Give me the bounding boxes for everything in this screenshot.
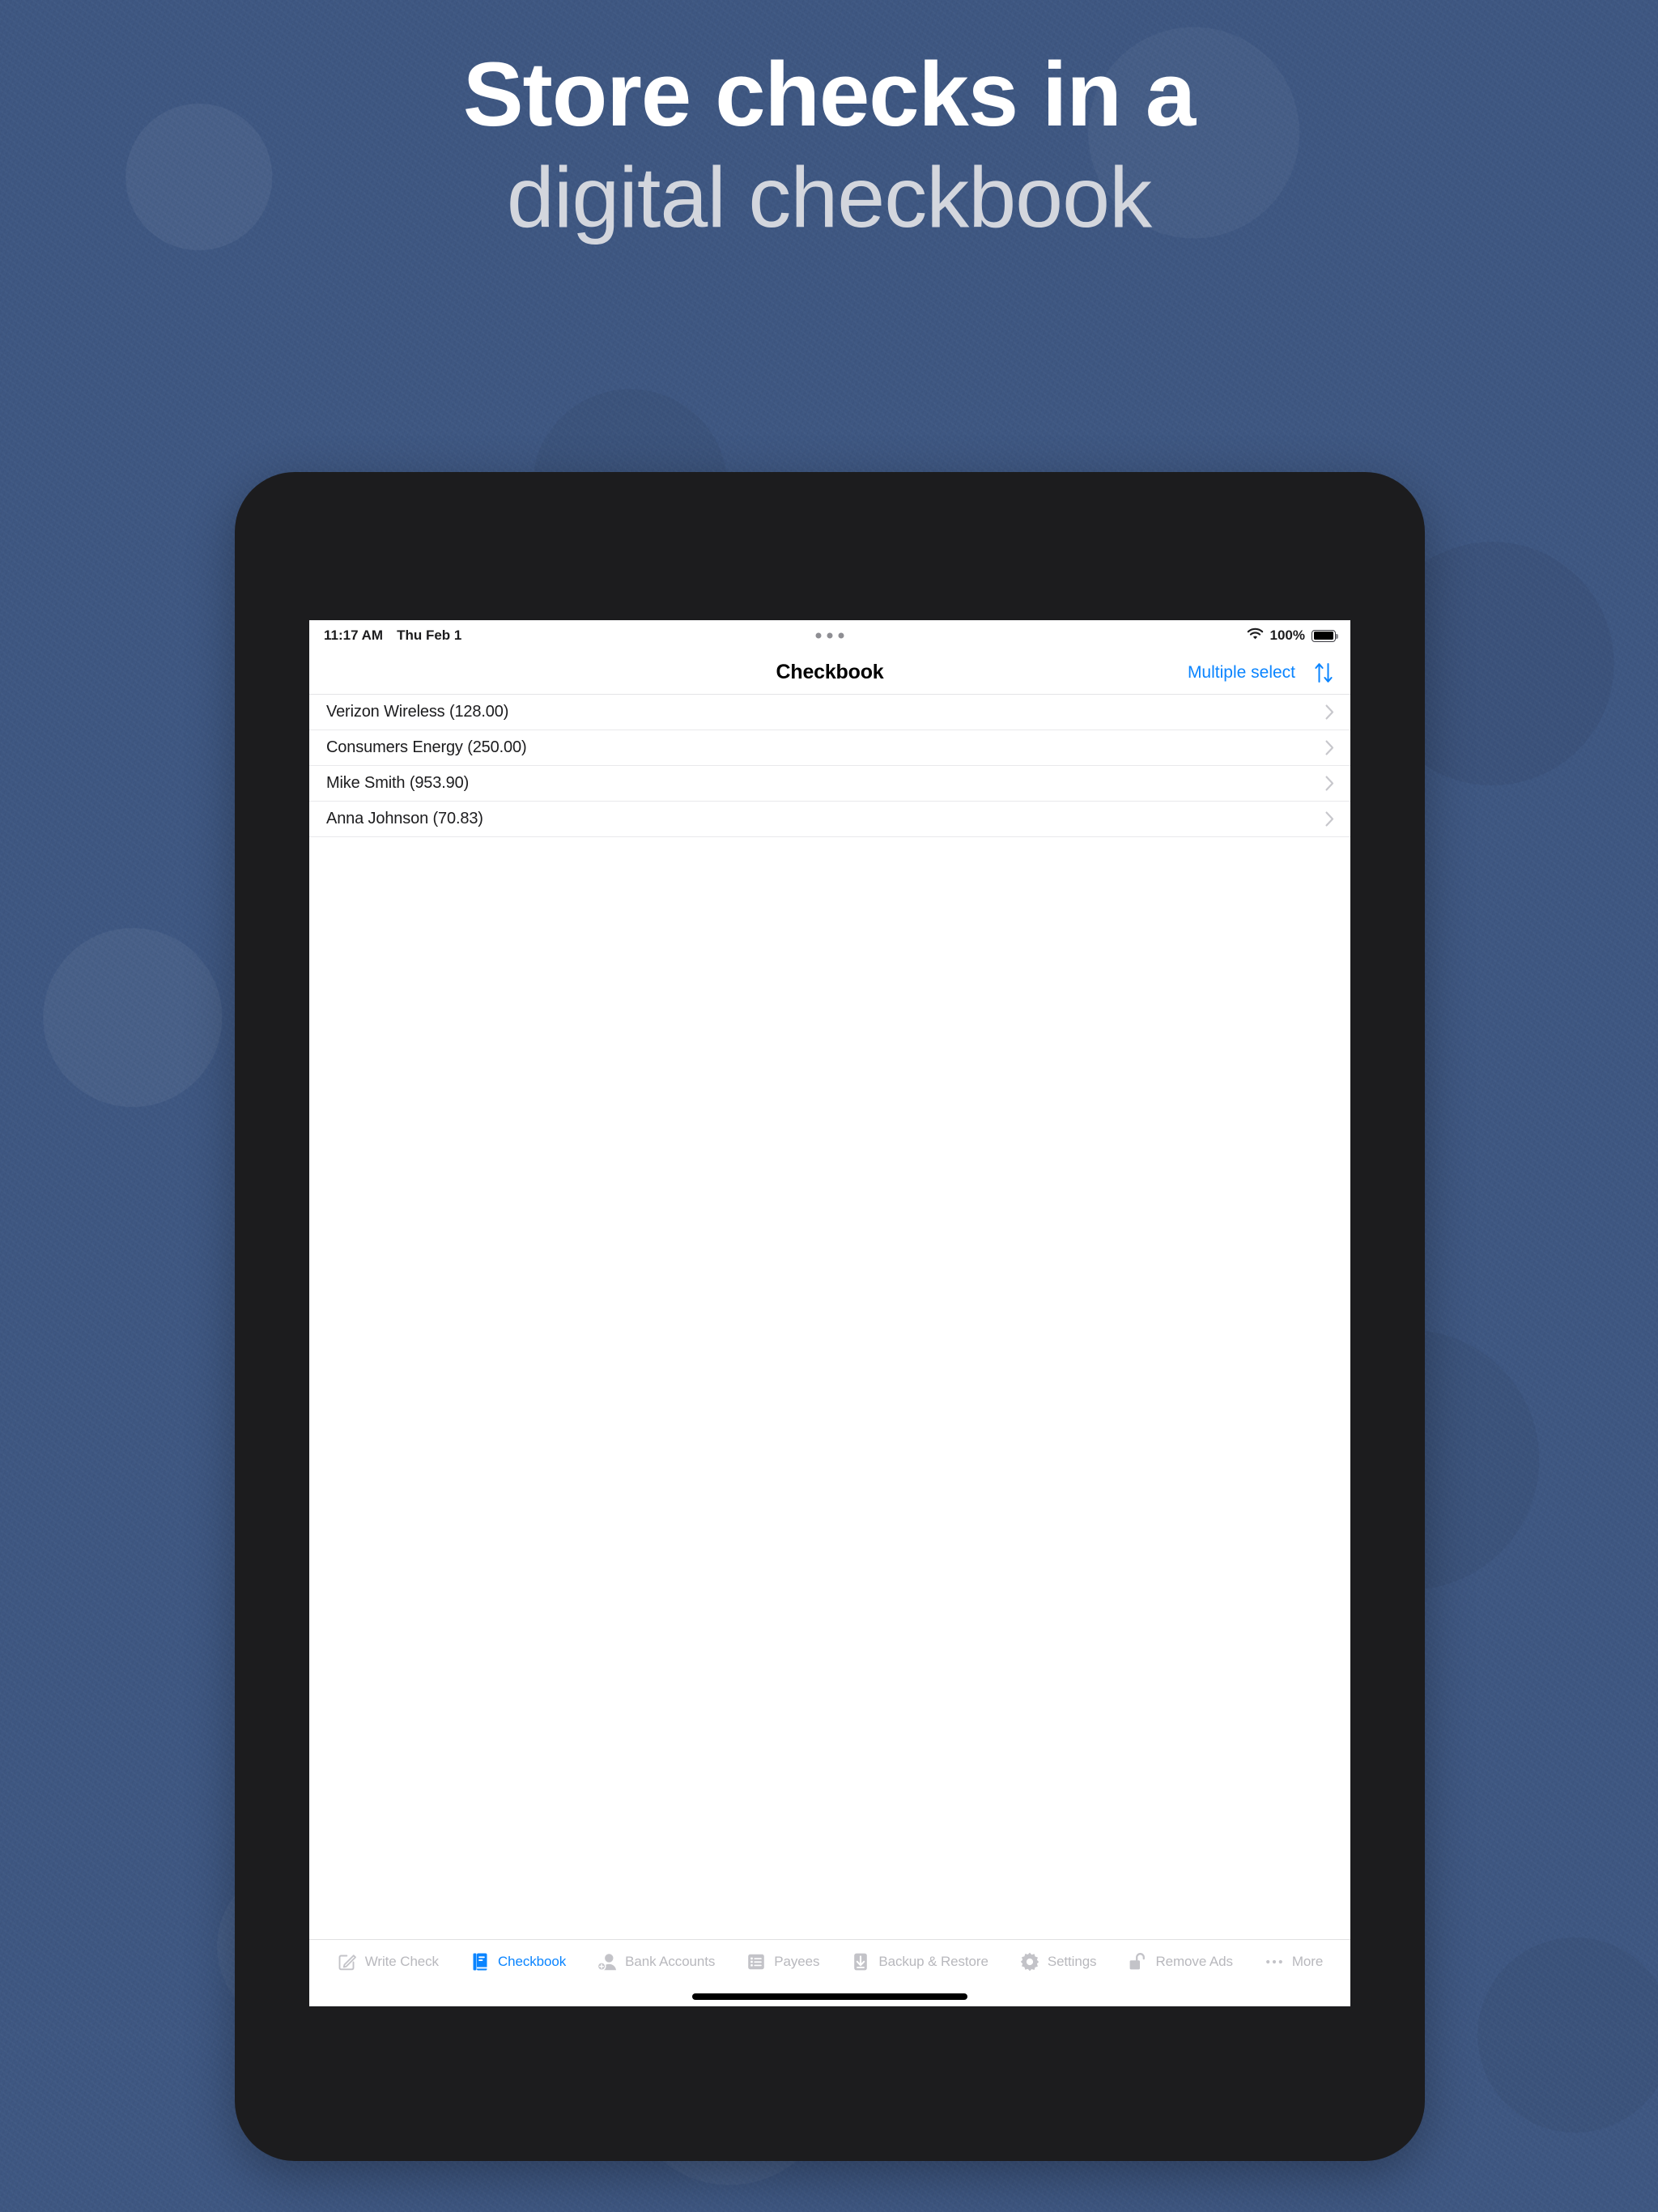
navigation-bar-actions: Multiple select xyxy=(1188,661,1334,684)
tab-label: Write Check xyxy=(364,1954,439,1969)
unlock-icon xyxy=(1127,1951,1148,1972)
tab-label: Backup & Restore xyxy=(878,1954,988,1969)
chevron-right-icon xyxy=(1325,740,1334,755)
tab-bank-accounts[interactable]: Bank Accounts xyxy=(597,1951,715,1972)
ellipsis-icon xyxy=(1264,1951,1285,1972)
home-indicator-bar[interactable] xyxy=(692,1993,967,2000)
status-bar-left: 11:17 AM Thu Feb 1 xyxy=(324,627,461,644)
status-bar-right: 100% xyxy=(1247,627,1338,644)
page-title: Checkbook xyxy=(776,661,884,683)
tablet-screen: 11:17 AM Thu Feb 1 100% Checkbook Multip… xyxy=(309,620,1350,2006)
tab-payees[interactable]: Payees xyxy=(746,1951,820,1972)
gear-icon xyxy=(1019,1951,1040,1972)
tablet-device-frame: 11:17 AM Thu Feb 1 100% Checkbook Multip… xyxy=(235,472,1425,2161)
add-person-icon xyxy=(597,1951,618,1972)
status-bar: 11:17 AM Thu Feb 1 100% xyxy=(309,620,1350,651)
table-row[interactable]: Verizon Wireless (128.00) xyxy=(309,695,1350,730)
dot xyxy=(838,632,844,639)
checkbook-list: Verizon Wireless (128.00) Consumers Ener… xyxy=(309,695,1350,1939)
sort-arrows-icon[interactable] xyxy=(1313,661,1334,684)
wifi-icon xyxy=(1247,627,1264,644)
headline-line-2: digital checkbook xyxy=(506,150,1152,246)
tab-write-check[interactable]: Write Check xyxy=(337,1951,439,1972)
book-icon xyxy=(470,1951,491,1972)
tab-label: More xyxy=(1291,1954,1324,1969)
write-check-icon xyxy=(337,1951,358,1972)
promo-headline: Store checks in a digital checkbook xyxy=(0,44,1658,246)
chevron-right-icon xyxy=(1325,704,1334,720)
battery-percent: 100% xyxy=(1269,627,1305,643)
table-row-label: Anna Johnson (70.83) xyxy=(326,810,483,827)
navigation-bar: Checkbook Multiple select xyxy=(309,651,1350,695)
status-date: Thu Feb 1 xyxy=(397,627,462,643)
chevron-right-icon xyxy=(1325,776,1334,791)
multiple-select-button[interactable]: Multiple select xyxy=(1188,663,1295,683)
tab-label: Checkbook xyxy=(497,1954,567,1969)
tab-settings[interactable]: Settings xyxy=(1019,1951,1097,1972)
tab-label: Remove Ads xyxy=(1155,1954,1233,1969)
table-row-label: Mike Smith (953.90) xyxy=(326,774,470,792)
dot xyxy=(827,632,833,639)
table-row[interactable]: Anna Johnson (70.83) xyxy=(309,802,1350,837)
battery-full-icon xyxy=(1312,629,1338,642)
tab-label: Payees xyxy=(774,1954,820,1969)
tab-remove-ads[interactable]: Remove Ads xyxy=(1127,1951,1233,1972)
list-icon xyxy=(746,1951,767,1972)
tab-label: Settings xyxy=(1047,1954,1097,1969)
tab-backup-restore[interactable]: Backup & Restore xyxy=(850,1951,988,1972)
table-row-label: Consumers Energy (250.00) xyxy=(326,738,527,756)
status-time: 11:17 AM xyxy=(324,627,384,643)
chevron-right-icon xyxy=(1325,811,1334,827)
table-row[interactable]: Consumers Energy (250.00) xyxy=(309,730,1350,766)
tab-checkbook[interactable]: Checkbook xyxy=(470,1951,566,1972)
tab-more[interactable]: More xyxy=(1264,1951,1323,1972)
three-dots-icon[interactable] xyxy=(815,632,844,639)
download-icon xyxy=(850,1951,871,1972)
tab-label: Bank Accounts xyxy=(625,1954,716,1969)
headline-line-1: Store checks in a xyxy=(462,44,1196,145)
table-row[interactable]: Mike Smith (953.90) xyxy=(309,766,1350,802)
dot xyxy=(815,632,822,639)
table-row-label: Verizon Wireless (128.00) xyxy=(326,703,509,721)
tab-bar: Write Check Checkbook Bank Accounts Paye… xyxy=(309,1939,1350,2006)
